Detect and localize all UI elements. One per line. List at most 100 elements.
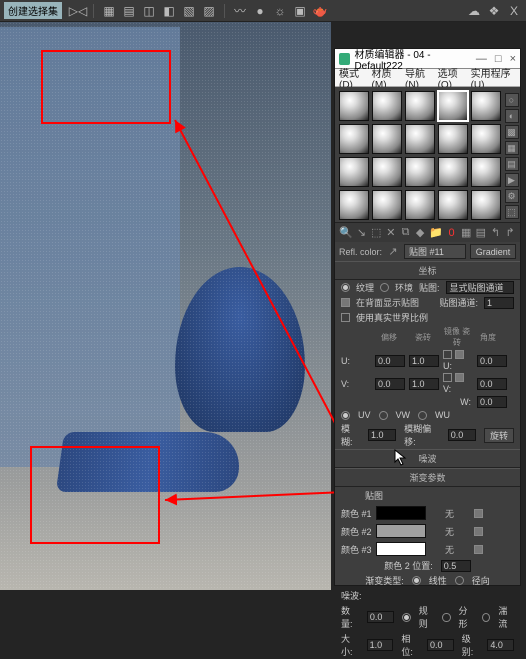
background-icon[interactable]: ▩ <box>505 125 519 139</box>
minimize-button[interactable]: — <box>476 53 487 65</box>
mirror-icon[interactable]: ▷◁ <box>70 3 86 19</box>
layer-icon[interactable]: ▤ <box>121 3 137 19</box>
material-slot[interactable] <box>372 190 402 220</box>
levels-spinner[interactable]: 4.0 <box>487 639 514 651</box>
fractal-radio[interactable] <box>442 613 450 622</box>
color2-map-button[interactable]: 无 <box>430 525 470 538</box>
angle-snap-icon[interactable]: ▨ <box>201 3 217 19</box>
map-channel-spinner[interactable]: 1 <box>484 297 514 309</box>
copy-icon[interactable]: ⧉ <box>400 226 412 240</box>
id-channel-icon[interactable]: 0 <box>446 226 458 240</box>
video-check-icon[interactable]: ▤ <box>505 157 519 171</box>
show-end-icon[interactable]: ▤ <box>475 226 487 240</box>
texture-radio[interactable] <box>341 283 350 292</box>
color3-map-button[interactable]: 无 <box>430 543 470 556</box>
material-slot[interactable] <box>405 124 435 154</box>
backlight-icon[interactable]: ◐ <box>505 109 519 123</box>
material-slot[interactable] <box>372 91 402 121</box>
nav-parent-icon[interactable]: ↰ <box>490 226 502 240</box>
blur-spinner[interactable]: 1.0 <box>368 429 396 441</box>
put-to-scene-icon[interactable]: ↘ <box>356 226 368 240</box>
show-back-check[interactable] <box>341 298 350 307</box>
map-type-button[interactable]: Gradient <box>470 244 516 259</box>
amount-spinner[interactable]: 0.0 <box>367 611 394 623</box>
material-slot[interactable] <box>405 157 435 187</box>
material-slot[interactable] <box>438 190 468 220</box>
uv-radio[interactable] <box>341 411 350 420</box>
grid-icon[interactable]: ▧ <box>181 3 197 19</box>
material-slot[interactable] <box>438 124 468 154</box>
material-slot[interactable] <box>405 91 435 121</box>
linear-radio[interactable] <box>412 576 421 585</box>
size-spinner[interactable]: 1.0 <box>367 639 394 651</box>
v-tiling[interactable]: 1.0 <box>409 378 439 390</box>
material-slot[interactable] <box>471 157 501 187</box>
u-mirror[interactable] <box>443 350 452 359</box>
get-material-icon[interactable]: 🔍 <box>339 226 353 240</box>
options-icon[interactable]: ⚙ <box>505 189 519 203</box>
named-selection-set[interactable]: 创建选择集 <box>4 2 62 19</box>
material-slot[interactable] <box>372 124 402 154</box>
material-slot[interactable] <box>471 124 501 154</box>
assign-icon[interactable]: ⬚ <box>370 226 382 240</box>
u-tiling[interactable]: 1.0 <box>409 355 439 367</box>
maximize-button[interactable]: □ <box>495 53 502 65</box>
preview-icon[interactable]: ▶ <box>505 173 519 187</box>
material-slot[interactable] <box>339 190 369 220</box>
radial-radio[interactable] <box>455 576 464 585</box>
material-slot[interactable] <box>372 157 402 187</box>
show-map-icon[interactable]: ▦ <box>460 226 472 240</box>
put-library-icon[interactable]: 📁 <box>429 226 443 240</box>
material-slot[interactable] <box>471 91 501 121</box>
close-x[interactable]: X <box>506 3 522 19</box>
color1-map-button[interactable]: 无 <box>430 507 470 520</box>
u-offset[interactable]: 0.0 <box>375 355 405 367</box>
pick-icon[interactable]: ↗ <box>386 245 400 259</box>
map-name-field[interactable]: 贴图 #11 <box>404 244 466 259</box>
material-editor-icon[interactable]: ● <box>252 3 268 19</box>
color1-swatch[interactable] <box>376 506 426 520</box>
v-offset[interactable]: 0.0 <box>375 378 405 390</box>
phase-spinner[interactable]: 0.0 <box>427 639 454 651</box>
color1-enable[interactable] <box>474 509 483 518</box>
render-icon[interactable]: 🫖 <box>312 3 328 19</box>
render-frame-icon[interactable]: ▣ <box>292 3 308 19</box>
color2-enable[interactable] <box>474 527 483 536</box>
real-world-check[interactable] <box>341 313 350 322</box>
v-mirror[interactable] <box>443 373 452 382</box>
snap-icon[interactable]: ◧ <box>161 3 177 19</box>
material-slot[interactable] <box>438 157 468 187</box>
material-slot-selected[interactable] <box>438 91 468 121</box>
material-slot[interactable] <box>471 190 501 220</box>
u-tile[interactable] <box>455 350 464 359</box>
w-angle[interactable]: 0.0 <box>477 396 507 408</box>
color3-enable[interactable] <box>474 545 483 554</box>
close-button[interactable]: × <box>510 53 516 65</box>
noise-rollout-header[interactable]: 噪波 <box>335 449 520 468</box>
turb-radio[interactable] <box>482 613 490 622</box>
make-unique-icon[interactable]: ◆ <box>414 226 426 240</box>
v-angle[interactable]: 0.0 <box>477 378 507 390</box>
coordinates-rollout-header[interactable]: 坐标 <box>335 261 520 280</box>
material-slot[interactable] <box>339 91 369 121</box>
select-by-mat-icon[interactable]: ⬚ <box>505 205 519 219</box>
color3-swatch[interactable] <box>376 542 426 556</box>
environment-radio[interactable] <box>380 283 389 292</box>
align-icon[interactable]: ▦ <box>101 3 117 19</box>
sample-type-icon[interactable]: ○ <box>505 93 519 107</box>
gradient-params-header[interactable]: 渐变参数 <box>335 468 520 487</box>
wu-radio[interactable] <box>418 411 427 420</box>
cloud-icon[interactable]: ☁ <box>466 3 482 19</box>
color2-pos-spinner[interactable]: 0.5 <box>441 560 471 572</box>
help-icon[interactable]: ❖ <box>486 3 502 19</box>
uv-tile-icon[interactable]: ▦ <box>505 141 519 155</box>
reset-icon[interactable]: ✕ <box>385 226 397 240</box>
schematic-icon[interactable]: ◫ <box>141 3 157 19</box>
material-slot[interactable] <box>405 190 435 220</box>
rotate-button[interactable]: 旋转 <box>484 428 514 443</box>
material-slot[interactable] <box>339 157 369 187</box>
u-angle[interactable]: 0.0 <box>477 355 507 367</box>
v-tile[interactable] <box>455 373 464 382</box>
regular-radio[interactable] <box>402 613 411 622</box>
mapping-dropdown[interactable]: 显式贴图通道 <box>446 281 514 294</box>
